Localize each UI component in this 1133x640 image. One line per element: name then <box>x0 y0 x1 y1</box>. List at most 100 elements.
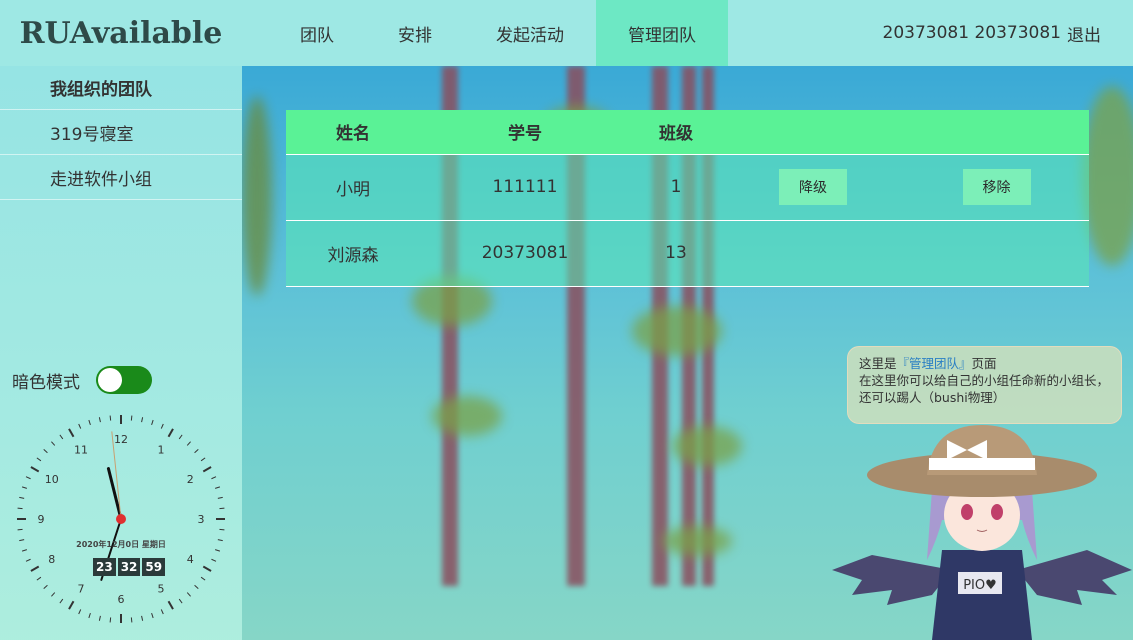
logout-link[interactable]: 退出 <box>1067 21 1101 46</box>
mascot-right-eye <box>991 504 1003 520</box>
clock-number: 5 <box>158 582 165 595</box>
clock-tick <box>19 496 25 499</box>
clock-tick <box>178 598 183 604</box>
clock-number: 10 <box>45 473 59 486</box>
mascot-illustration: PIO♥ <box>832 425 1132 640</box>
clock-tick <box>68 428 75 438</box>
clock-tick <box>36 457 42 462</box>
toggle-knob <box>98 368 122 392</box>
clock-tick <box>98 417 101 423</box>
table-header-row: 姓名 学号 班级 <box>286 110 1089 155</box>
col-header-name: 姓名 <box>286 110 420 155</box>
bubble-line2: 在这里你可以给自己的小组任命新的小组长，还可以踢人（bushi物理） <box>859 373 1110 405</box>
nav-item-team[interactable]: 团队 <box>268 0 366 66</box>
clock-tick <box>68 600 75 610</box>
top-navbar: RUAvailable 团队 安排 发起活动 管理团队 20373081 203… <box>0 0 1133 66</box>
clock-tick <box>167 428 174 438</box>
clock-tick <box>178 434 183 440</box>
clock-tick <box>151 613 154 619</box>
right-wing <box>1017 550 1132 605</box>
cell-class: 1 <box>630 154 722 221</box>
demote-button[interactable]: 降级 <box>779 169 847 205</box>
clock-tick <box>51 592 56 597</box>
clock-tick <box>36 576 42 581</box>
col-header-empty <box>904 110 1089 155</box>
sidebar-item-software-group[interactable]: 走进软件小组 <box>0 155 242 200</box>
brand-logo[interactable]: RUAvailable <box>0 0 242 66</box>
cell-class: 13 <box>630 220 722 287</box>
clock-tick <box>211 558 217 562</box>
nav-item-schedule[interactable]: 安排 <box>366 0 464 66</box>
cell-name: 小明 <box>286 154 420 221</box>
mascot-speech-bubble: 这里是『管理团队』页面 在这里你可以给自己的小组任命新的小组长，还可以踢人（bu… <box>847 346 1122 424</box>
analog-clock: 12 1 2 3 4 5 6 7 8 9 10 11 2020年12月0日 星期日 23 32 59 <box>12 410 230 632</box>
team-members-table: 姓名 学号 班级 小明 111111 1 降级 移除 刘源森 20373081 … <box>286 110 1089 287</box>
clock-tick <box>21 486 27 489</box>
clock-tick <box>200 457 206 462</box>
col-header-class: 班级 <box>630 110 722 155</box>
clock-tick <box>219 528 225 531</box>
clock-tick <box>30 466 40 473</box>
clock-number: 4 <box>187 553 194 566</box>
clock-tick <box>30 565 40 572</box>
col-header-student-id: 学号 <box>420 110 630 155</box>
user-name[interactable]: 20373081 20373081 <box>883 23 1061 43</box>
mascot-left-eye <box>961 504 973 520</box>
sidebar: 我组织的团队 319号寝室 走进软件小组 暗色模式 12 1 2 3 4 5 6 7 8 9 10 1… <box>0 66 242 640</box>
clock-tick <box>211 476 217 480</box>
clock-number: 12 <box>114 433 128 446</box>
clock-tick <box>141 417 144 423</box>
clock-tick <box>88 419 91 425</box>
clock-tick <box>186 592 191 597</box>
mascot-hat-ribbon <box>929 458 1035 470</box>
clock-minutes: 32 <box>117 558 141 576</box>
sidebar-header-my-teams[interactable]: 我组织的团队 <box>0 66 242 110</box>
left-wing <box>832 555 952 605</box>
cell-student-id: 20373081 <box>420 220 630 287</box>
clock-tick <box>160 609 164 615</box>
col-header-empty <box>722 110 904 155</box>
clock-tick <box>51 441 56 446</box>
remove-button[interactable]: 移除 <box>962 169 1031 205</box>
nav-item-create-activity[interactable]: 发起活动 <box>464 0 596 66</box>
clock-tick <box>141 615 144 621</box>
clock-number: 6 <box>118 593 125 606</box>
clock-hour-hand <box>106 467 123 521</box>
cell-empty <box>904 220 1089 287</box>
clock-tick <box>194 449 199 454</box>
clock-tick <box>88 613 91 619</box>
clock-tick <box>202 565 212 572</box>
table-row: 小明 111111 1 降级 移除 <box>286 154 1089 221</box>
clock-tick <box>194 584 199 589</box>
sidebar-item-dorm-319[interactable]: 319号寝室 <box>0 110 242 155</box>
clock-tick <box>160 423 164 429</box>
clock-date: 2020年12月0日 星期日 <box>76 540 166 549</box>
clock-tick <box>17 507 23 510</box>
clock-tick <box>17 528 23 531</box>
dark-mode-toggle[interactable] <box>96 366 152 394</box>
clock-number: 7 <box>78 582 85 595</box>
mascot-character[interactable]: PIO♥ <box>832 420 1132 640</box>
clock-tick <box>186 441 191 446</box>
dark-mode-label: 暗色模式 <box>12 372 80 393</box>
clock-number: 8 <box>48 553 55 566</box>
clock-tick <box>98 615 101 621</box>
clock-tick <box>109 617 112 623</box>
dark-mode-row: 暗色模式 <box>12 366 152 394</box>
clock-tick <box>151 419 154 425</box>
user-area: 20373081 20373081 退出 <box>883 0 1101 66</box>
clock-tick <box>202 466 212 473</box>
clock-seconds: 59 <box>142 558 166 576</box>
clock-digital: 23 32 59 <box>93 558 166 576</box>
clock-tick <box>215 486 221 489</box>
cell-action: 移除 <box>904 154 1089 221</box>
clock-tick <box>167 600 174 610</box>
clock-tick <box>217 496 223 499</box>
clock-face: 121234567891011 <box>17 415 225 623</box>
clock-number: 11 <box>74 444 88 457</box>
clock-tick <box>78 423 82 429</box>
clock-tick <box>25 558 31 562</box>
clock-tick <box>200 576 206 581</box>
clock-tick <box>25 476 31 480</box>
nav-item-manage-team[interactable]: 管理团队 <box>596 0 728 66</box>
